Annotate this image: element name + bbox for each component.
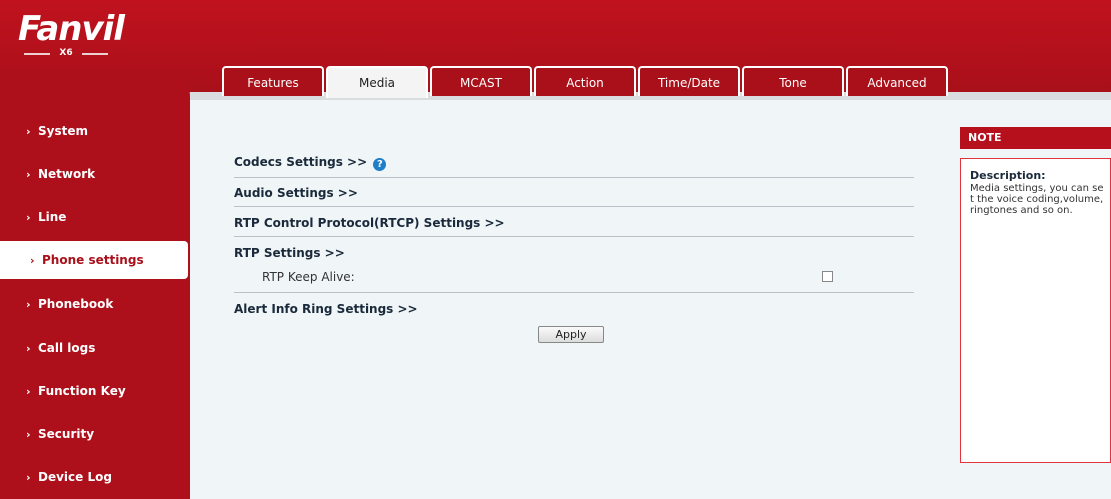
sidebar-item-function-key[interactable]: › Function Key <box>0 372 188 410</box>
sidebar-item-label: Device Log <box>38 470 112 484</box>
codecs-settings-section[interactable]: Codecs Settings >> ? <box>234 155 914 171</box>
chevron-right-icon: › <box>26 211 31 224</box>
sidebar-item-security[interactable]: › Security <box>0 415 188 453</box>
audio-settings-section[interactable]: Audio Settings >> <box>234 186 914 200</box>
rtp-keep-alive-label: RTP Keep Alive: <box>262 270 355 284</box>
apply-button[interactable]: Apply <box>538 326 604 343</box>
tab-features[interactable]: Features <box>222 66 324 96</box>
chevron-right-icon: › <box>26 385 31 398</box>
tab-media[interactable]: Media <box>326 66 428 98</box>
rtp-settings-section[interactable]: RTP Settings >> <box>234 246 914 260</box>
tab-time-date[interactable]: Time/Date <box>638 66 740 96</box>
divider <box>234 206 914 207</box>
note-panel: Description: Media settings, you can set… <box>960 158 1111 463</box>
tab-advanced[interactable]: Advanced <box>846 66 948 96</box>
note-title: Description: <box>970 169 1046 182</box>
section-title: Codecs Settings >> <box>234 155 368 169</box>
chevron-right-icon: › <box>26 298 31 311</box>
sidebar-item-label: Line <box>38 210 67 224</box>
note-header: NOTE <box>960 127 1111 149</box>
sidebar-item-label: Function Key <box>38 384 126 398</box>
sidebar-item-label: Security <box>38 427 95 441</box>
sidebar-item-label: System <box>38 124 88 138</box>
sidebar-item-label: Phonebook <box>38 297 114 311</box>
chevron-right-icon: › <box>26 428 31 441</box>
chevron-right-icon: › <box>26 168 31 181</box>
divider <box>234 292 914 293</box>
sidebar-item-call-logs[interactable]: › Call logs <box>0 329 188 367</box>
rtcp-settings-section[interactable]: RTP Control Protocol(RTCP) Settings >> <box>234 216 914 230</box>
sidebar-item-device-log[interactable]: › Device Log <box>0 458 188 496</box>
sidebar-item-line[interactable]: › Line <box>0 198 188 236</box>
sidebar-item-phone-settings[interactable]: › Phone settings <box>0 241 188 279</box>
rtp-keep-alive-checkbox[interactable] <box>822 271 833 282</box>
tab-tone[interactable]: Tone <box>742 66 844 96</box>
alert-info-ring-settings-section[interactable]: Alert Info Ring Settings >> <box>234 302 914 316</box>
chevron-right-icon: › <box>30 254 35 267</box>
sidebar-item-label: Phone settings <box>42 253 144 267</box>
tab-mcast[interactable]: MCAST <box>430 66 532 96</box>
divider <box>234 177 914 178</box>
chevron-right-icon: › <box>26 471 31 484</box>
main-content: Codecs Settings >> ? Audio Settings >> R… <box>190 100 958 499</box>
sidebar-item-network[interactable]: › Network <box>0 155 188 193</box>
fanvil-logo: Fanvil X6 <box>18 9 125 62</box>
logo-model: X6 <box>18 48 114 60</box>
sidebar-item-label: Network <box>38 167 96 181</box>
sidebar-item-phonebook[interactable]: › Phonebook <box>0 285 188 323</box>
help-icon[interactable]: ? <box>373 158 387 171</box>
tab-action[interactable]: Action <box>534 66 636 96</box>
note-description: Media settings, you can set the voice co… <box>970 183 1104 216</box>
sidebar-item-system[interactable]: › System <box>0 112 188 150</box>
logo-wordmark: Fanvil <box>18 9 125 49</box>
sidebar-item-label: Call logs <box>38 341 96 355</box>
chevron-right-icon: › <box>26 125 31 138</box>
divider <box>234 236 914 237</box>
chevron-right-icon: › <box>26 342 31 355</box>
